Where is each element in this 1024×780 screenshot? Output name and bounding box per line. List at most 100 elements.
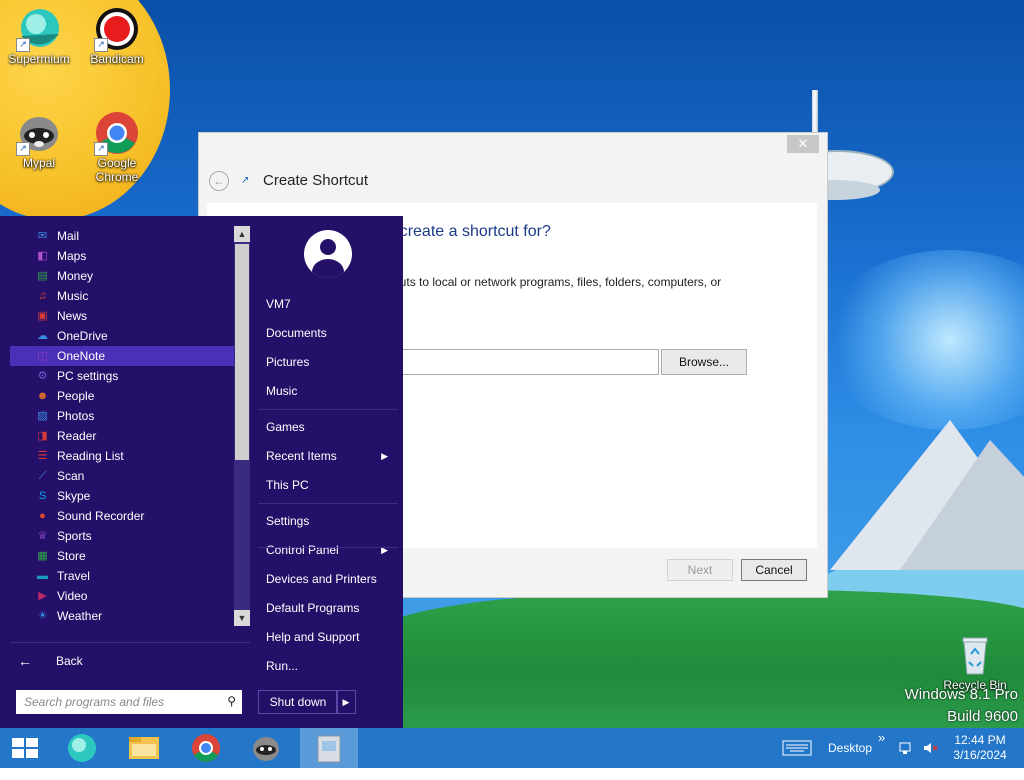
start-item-settings[interactable]: Settings [266,511,394,531]
toolbar-overflow-icon[interactable]: » [878,730,885,770]
browse-button[interactable]: Browse... [661,349,747,375]
app-item-news[interactable]: ▣ News [10,306,234,326]
app-item-scan[interactable]: ⟋ Scan [10,466,234,486]
clock[interactable]: 12:44 PM 3/16/2024 [944,733,1016,773]
news-icon: ▣ [37,310,48,322]
start-item-devices-and-printers[interactable]: Devices and Printers [266,569,394,589]
app-item-label: Scan [57,469,85,483]
taskbar-mypal[interactable] [238,728,294,768]
app-item-music[interactable]: ♫ Music [10,286,234,306]
chrome-icon [192,734,220,762]
chrome-icon: ↗ [94,110,140,156]
app-item-label: Mail [57,229,80,243]
app-item-store[interactable]: ▦ Store [10,546,234,566]
app-item-skype[interactable]: S Skype [10,486,234,506]
shut-down-options-button[interactable]: ▶ [336,690,356,714]
store-icon: ▦ [37,550,48,562]
start-item-label: Help and Support [266,630,360,644]
app-item-photos[interactable]: ▨ Photos [10,406,234,426]
search-icon[interactable]: ⚲ [227,694,236,708]
start-item-label: Music [266,384,298,398]
start-item-label: Games [266,420,305,434]
back-arrow-icon: ← [18,653,32,669]
start-item-control-panel[interactable]: Control Panel ▶ [266,540,394,560]
scroll-down-icon[interactable]: ▼ [234,610,250,626]
taskbar: Desktop » 12:44 PM 3/16/2024 [0,728,1024,768]
app-item-pc-settings[interactable]: ⚙ PC settings [10,366,234,386]
network-icon[interactable] [898,740,914,780]
app-item-label: Travel [57,569,90,583]
start-item-label: VM7 [266,297,291,311]
start-item-this-pc[interactable]: This PC [266,475,394,495]
supermium-icon [68,734,96,762]
taskbar-file-explorer[interactable] [116,728,172,768]
touch-keyboard-icon[interactable] [782,739,812,779]
supermium-icon: ↗ [16,6,62,52]
app-item-label: Sound Recorder [57,509,145,523]
start-item-label: Recent Items [266,449,337,463]
app-item-onenote[interactable]: ◫ OneNote [10,346,234,366]
next-button[interactable]: Next [667,559,733,581]
start-item-label: Settings [266,514,310,528]
scroll-thumb[interactable] [235,244,249,460]
back-arrow-icon[interactable]: ← [209,171,229,191]
app-list-scrollbar[interactable]: ▲ ▼ [234,226,250,626]
start-item-games[interactable]: Games [266,417,394,437]
app-item-sound-recorder[interactable]: ● Sound Recorder [10,506,234,526]
start-item-label: This PC [266,478,309,492]
volume-muted-icon[interactable] [922,740,938,780]
app-item-travel[interactable]: ▬ Travel [10,566,234,586]
start-item-help-and-support[interactable]: Help and Support [266,627,394,647]
cancel-button[interactable]: Cancel [741,559,807,581]
wallpaper-land [380,590,1024,728]
start-item-recent-items[interactable]: Recent Items ▶ [266,446,394,466]
app-item-reading-list[interactable]: ☰ Reading List [10,446,234,466]
app-item-label: Maps [57,249,87,263]
desktop-icon-recycle-bin[interactable]: Recycle Bin [936,632,1014,692]
taskbar-create-shortcut[interactable] [300,728,358,768]
start-item-vm7[interactable]: VM7 [266,294,394,314]
video-icon: ▶ [38,590,47,602]
search-input[interactable]: Search programs and files ⚲ [16,690,242,714]
start-button[interactable] [0,728,56,768]
start-item-music[interactable]: Music [266,381,394,401]
dialog-header: ← ↗ Create Shortcut [209,171,809,199]
user-avatar[interactable] [304,230,352,278]
taskbar-chrome[interactable] [178,728,234,768]
start-item-default-programs[interactable]: Default Programs [266,598,394,618]
app-item-money[interactable]: ▤ Money [10,266,234,286]
trophy-icon: ♛ [37,530,48,542]
dialog-close-button[interactable]: ✕ [787,135,819,153]
app-item-maps[interactable]: ◧ Maps [10,246,234,266]
taskbar-supermium[interactable] [54,728,110,768]
start-item-run[interactable]: Run... [266,656,394,676]
money-icon: ▤ [37,270,48,282]
watermark-edition: Windows 8.1 Pro [904,686,1018,703]
desktop-icon-mypal[interactable]: ↗ Mypal [0,110,78,170]
recycle-bin-icon [955,632,995,678]
scan-icon: ⟋ [38,470,47,482]
app-item-video[interactable]: ▶ Video [10,586,234,606]
desktop-icon-bandicam[interactable]: ↗ Bandicam [78,6,156,66]
app-item-onedrive[interactable]: ☁ OneDrive [10,326,234,346]
start-item-pictures[interactable]: Pictures [266,352,394,372]
app-item-label: OneNote [57,349,106,363]
desktop-icon-google-chrome[interactable]: ↗ Google Chrome [78,110,156,184]
desktop-toolbar-label[interactable]: Desktop [828,728,872,768]
scroll-up-icon[interactable]: ▲ [234,226,250,242]
app-item-reader[interactable]: ◨ Reader [10,426,234,446]
start-item-label: Run... [266,659,299,673]
desktop-icon-supermium[interactable]: ↗ Supermium [0,6,78,66]
app-item-sports[interactable]: ♛ Sports [10,526,234,546]
mail-icon: ✉ [37,230,48,242]
app-item-people[interactable]: ☻ People [10,386,234,406]
start-item-documents[interactable]: Documents [266,323,394,343]
app-item-weather[interactable]: ☀ Weather [10,606,234,626]
start-item-label: Pictures [266,355,310,369]
start-right-pane: VM7 Documents Pictures Music Games Recent Ite… [254,216,403,728]
shut-down-button[interactable]: Shut down [258,690,338,714]
desktop: ↗ Supermium ↗ Bandicam ↗ Mypal ↗ Google … [0,0,1024,728]
clock-date: 3/16/2024 [953,748,1007,762]
app-item-mail[interactable]: ✉ Mail [10,226,234,246]
start-item-label: Documents [266,326,327,340]
